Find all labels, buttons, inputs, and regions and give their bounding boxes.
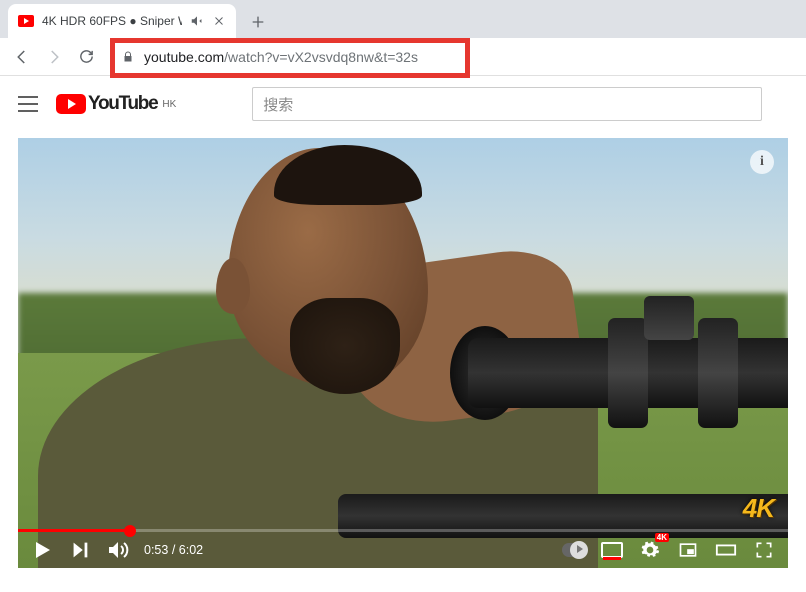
youtube-region-label: HK [162, 99, 176, 110]
video-player[interactable]: 4K i 0:53 / 6:02 4K [18, 138, 788, 568]
youtube-logo-icon [56, 94, 86, 114]
play-button[interactable] [30, 538, 54, 562]
forward-button[interactable] [40, 43, 68, 71]
4k-watermark: 4K [743, 493, 774, 524]
theater-button[interactable] [714, 538, 738, 562]
time-display: 0:53 / 6:02 [144, 543, 203, 557]
address-bar[interactable]: youtube.com/watch?v=vX2vsvdq8nw&t=32s [110, 42, 798, 72]
reload-button[interactable] [72, 43, 100, 71]
autoplay-toggle[interactable] [562, 538, 586, 562]
new-tab-button[interactable] [244, 8, 272, 36]
youtube-logo[interactable]: YouTube HK [56, 93, 176, 115]
browser-toolbar: youtube.com/watch?v=vX2vsvdq8nw&t=32s [0, 38, 806, 76]
browser-tab-strip: 4K HDR 60FPS ● Sniper Wil [0, 0, 806, 38]
info-card-icon[interactable]: i [750, 150, 774, 174]
tab-title: 4K HDR 60FPS ● Sniper Wil [42, 14, 182, 28]
fullscreen-button[interactable] [752, 538, 776, 562]
player-controls: 0:53 / 6:02 4K [18, 532, 788, 568]
volume-button[interactable] [106, 538, 130, 562]
youtube-logo-text: YouTube [88, 93, 157, 115]
youtube-favicon-icon [18, 15, 34, 27]
back-button[interactable] [8, 43, 36, 71]
mute-icon[interactable] [190, 14, 204, 28]
subtitles-button[interactable] [600, 538, 624, 562]
menu-icon[interactable] [16, 92, 40, 116]
settings-quality-badge: 4K [655, 533, 669, 542]
youtube-header: YouTube HK 搜索 [0, 76, 806, 132]
close-tab-icon[interactable] [212, 14, 226, 28]
settings-button[interactable]: 4K [638, 538, 662, 562]
url-text: youtube.com/watch?v=vX2vsvdq8nw&t=32s [144, 49, 418, 65]
browser-tab[interactable]: 4K HDR 60FPS ● Sniper Wil [8, 4, 236, 38]
lock-icon [122, 51, 134, 63]
video-frame [18, 138, 788, 568]
next-button[interactable] [68, 538, 92, 562]
miniplayer-button[interactable] [676, 538, 700, 562]
search-input[interactable]: 搜索 [252, 87, 762, 121]
